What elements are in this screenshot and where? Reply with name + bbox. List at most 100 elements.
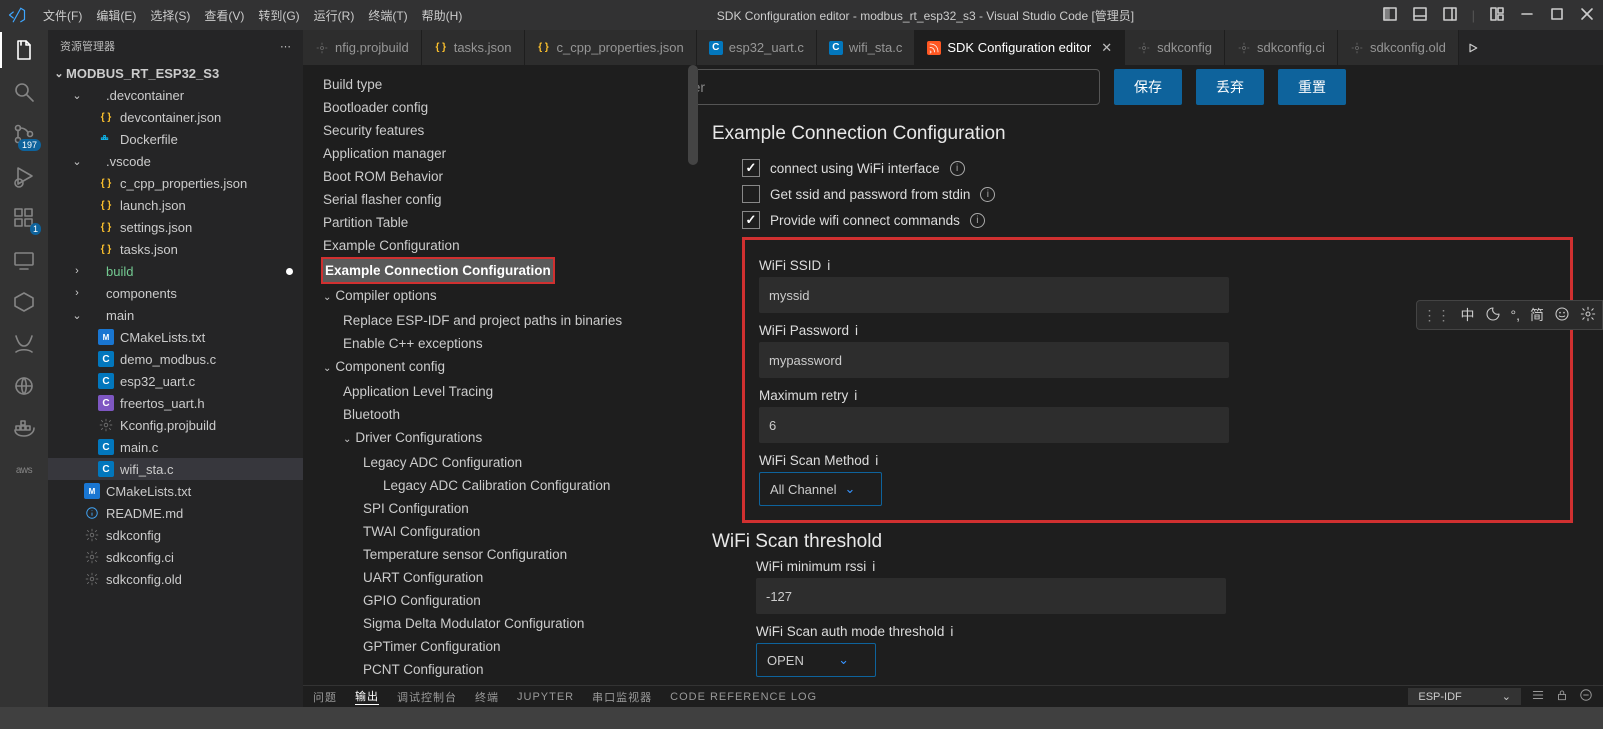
tree-folder[interactable]: ⌄main: [48, 304, 303, 326]
tab-c_cpp_properties-json[interactable]: { }c_cpp_properties.json: [525, 30, 697, 65]
layout-toggle-icon[interactable]: [1382, 6, 1398, 25]
toc-item[interactable]: GPTimer Configuration: [303, 635, 698, 658]
ime-emoji-icon[interactable]: [1554, 306, 1570, 325]
activity-aws-text-icon[interactable]: aws: [10, 456, 38, 484]
menu-go[interactable]: 转到(G): [251, 7, 306, 24]
tab-tasks-json[interactable]: { }tasks.json: [422, 30, 525, 65]
layout-sidebar-right-icon[interactable]: [1442, 6, 1458, 25]
toc-item[interactable]: ⌄Driver Configurations: [303, 426, 698, 451]
tree-file[interactable]: README.md: [48, 502, 303, 524]
customize-layout-icon[interactable]: [1489, 6, 1505, 25]
toc-item[interactable]: Replace ESP-IDF and project paths in bin…: [303, 309, 698, 332]
menu-view[interactable]: 查看(V): [197, 7, 251, 24]
ime-theme-icon[interactable]: [1485, 306, 1501, 325]
ime-floating-bar[interactable]: ⋮⋮ 中 °, 简: [1416, 300, 1603, 330]
ime-lang[interactable]: 中: [1461, 305, 1475, 325]
tree-file[interactable]: sdkconfig.ci: [48, 546, 303, 568]
activity-explorer[interactable]: [10, 36, 38, 64]
panel-lock-icon[interactable]: [1555, 688, 1569, 705]
info-icon[interactable]: i: [855, 323, 858, 338]
tab-nfig-projbuild[interactable]: nfig.projbuild: [303, 30, 422, 65]
panel-tab[interactable]: CODE REFERENCE LOG: [670, 691, 817, 703]
toc-item[interactable]: Boot ROM Behavior: [303, 165, 698, 188]
menu-selection[interactable]: 选择(S): [143, 7, 197, 24]
info-icon[interactable]: i: [854, 388, 857, 403]
auth-mode-select[interactable]: OPEN⌄: [756, 643, 876, 677]
panel-tab[interactable]: 终端: [475, 689, 499, 705]
reset-button[interactable]: 重置: [1278, 69, 1346, 105]
tree-file[interactable]: Dockerfile: [48, 128, 303, 150]
tab-esp32_uart-c[interactable]: Cesp32_uart.c: [697, 30, 817, 65]
tree-file[interactable]: Cfreertos_uart.h: [48, 392, 303, 414]
activity-extensions[interactable]: 1: [10, 204, 38, 232]
activity-docker-icon[interactable]: [10, 414, 38, 442]
activity-remote[interactable]: [10, 246, 38, 274]
activity-espressif[interactable]: [10, 288, 38, 316]
toc-item[interactable]: ⌄Compiler options: [303, 284, 698, 309]
save-button[interactable]: 保存: [1114, 69, 1182, 105]
close-icon[interactable]: ✕: [1101, 40, 1112, 56]
toc-item[interactable]: ⌄Component config: [303, 355, 698, 380]
tabs-run-icon[interactable]: [1459, 30, 1487, 65]
max-retry-input[interactable]: [759, 407, 1229, 443]
menu-run[interactable]: 运行(R): [307, 7, 362, 24]
tree-file[interactable]: MCMakeLists.txt: [48, 326, 303, 348]
wifi-ssid-input[interactable]: [759, 277, 1229, 313]
tab-sdkconfig-old[interactable]: sdkconfig.old: [1338, 30, 1459, 65]
close-icon[interactable]: [1579, 6, 1595, 25]
toc-item[interactable]: Enable C++ exceptions: [303, 332, 698, 355]
ime-settings-icon[interactable]: [1580, 306, 1596, 325]
menu-edit[interactable]: 编辑(E): [89, 7, 143, 24]
tab-sdkconfig-ci[interactable]: sdkconfig.ci: [1225, 30, 1338, 65]
checkbox-icon[interactable]: [742, 211, 760, 229]
row-connect-wifi[interactable]: connect using WiFi interfacei: [712, 155, 1573, 181]
wifi-password-input[interactable]: [759, 342, 1229, 378]
explorer-root[interactable]: ⌄MODBUS_RT_ESP32_S3: [48, 62, 303, 84]
tree-file[interactable]: { }c_cpp_properties.json: [48, 172, 303, 194]
minimize-icon[interactable]: [1519, 6, 1535, 25]
tree-file[interactable]: Kconfig.projbuild: [48, 414, 303, 436]
tree-file[interactable]: Cwifi_sta.c: [48, 458, 303, 480]
info-icon[interactable]: i: [970, 213, 985, 228]
row-get-stdin[interactable]: Get ssid and password from stdini: [712, 181, 1573, 207]
toc-item[interactable]: PCNT Configuration: [303, 658, 698, 681]
tree-folder[interactable]: ›build: [48, 260, 303, 282]
activity-cloud-icon[interactable]: [10, 372, 38, 400]
maximize-icon[interactable]: [1549, 6, 1565, 25]
panel-tab[interactable]: JUPYTER: [517, 691, 574, 703]
ime-simplified[interactable]: 简: [1530, 305, 1544, 325]
tree-file[interactable]: sdkconfig: [48, 524, 303, 546]
tree-file[interactable]: sdkconfig.old: [48, 568, 303, 590]
toc-item[interactable]: Partition Table: [303, 211, 698, 234]
toc-item[interactable]: TWAI Configuration: [303, 520, 698, 543]
panel-tab[interactable]: 调试控制台: [397, 689, 457, 705]
drag-handle-icon[interactable]: ⋮⋮: [1423, 307, 1451, 324]
tab-sdkconfig[interactable]: sdkconfig: [1125, 30, 1225, 65]
info-icon[interactable]: i: [950, 161, 965, 176]
min-rssi-input[interactable]: [756, 578, 1226, 614]
toc-item[interactable]: Application manager: [303, 142, 698, 165]
tree-file[interactable]: Cesp32_uart.c: [48, 370, 303, 392]
tree-folder[interactable]: ⌄.vscode: [48, 150, 303, 172]
menu-terminal[interactable]: 终端(T): [361, 7, 414, 24]
info-icon[interactable]: i: [827, 258, 830, 273]
toc-item[interactable]: Temperature sensor Configuration: [303, 543, 698, 566]
info-icon[interactable]: i: [875, 453, 878, 468]
panel-target-select[interactable]: ESP-IDF⌄: [1408, 688, 1521, 705]
activity-scm[interactable]: 197: [10, 120, 38, 148]
info-icon[interactable]: i: [872, 559, 875, 574]
tree-file[interactable]: { }launch.json: [48, 194, 303, 216]
checkbox-icon[interactable]: [742, 159, 760, 177]
layout-panel-icon[interactable]: [1412, 6, 1428, 25]
activity-search[interactable]: [10, 78, 38, 106]
panel-settings-icon[interactable]: [1531, 688, 1545, 705]
tree-folder[interactable]: ›components: [48, 282, 303, 304]
checkbox-icon[interactable]: [742, 185, 760, 203]
tree-file[interactable]: MCMakeLists.txt: [48, 480, 303, 502]
toc-item[interactable]: Example Connection Configuration: [321, 257, 555, 284]
tree-folder[interactable]: ⌄.devcontainer: [48, 84, 303, 106]
explorer-more-icon[interactable]: ⋯: [280, 40, 291, 53]
search-input[interactable]: [698, 69, 1100, 105]
tab-wifi_sta-c[interactable]: Cwifi_sta.c: [817, 30, 915, 65]
tree-file[interactable]: { }devcontainer.json: [48, 106, 303, 128]
